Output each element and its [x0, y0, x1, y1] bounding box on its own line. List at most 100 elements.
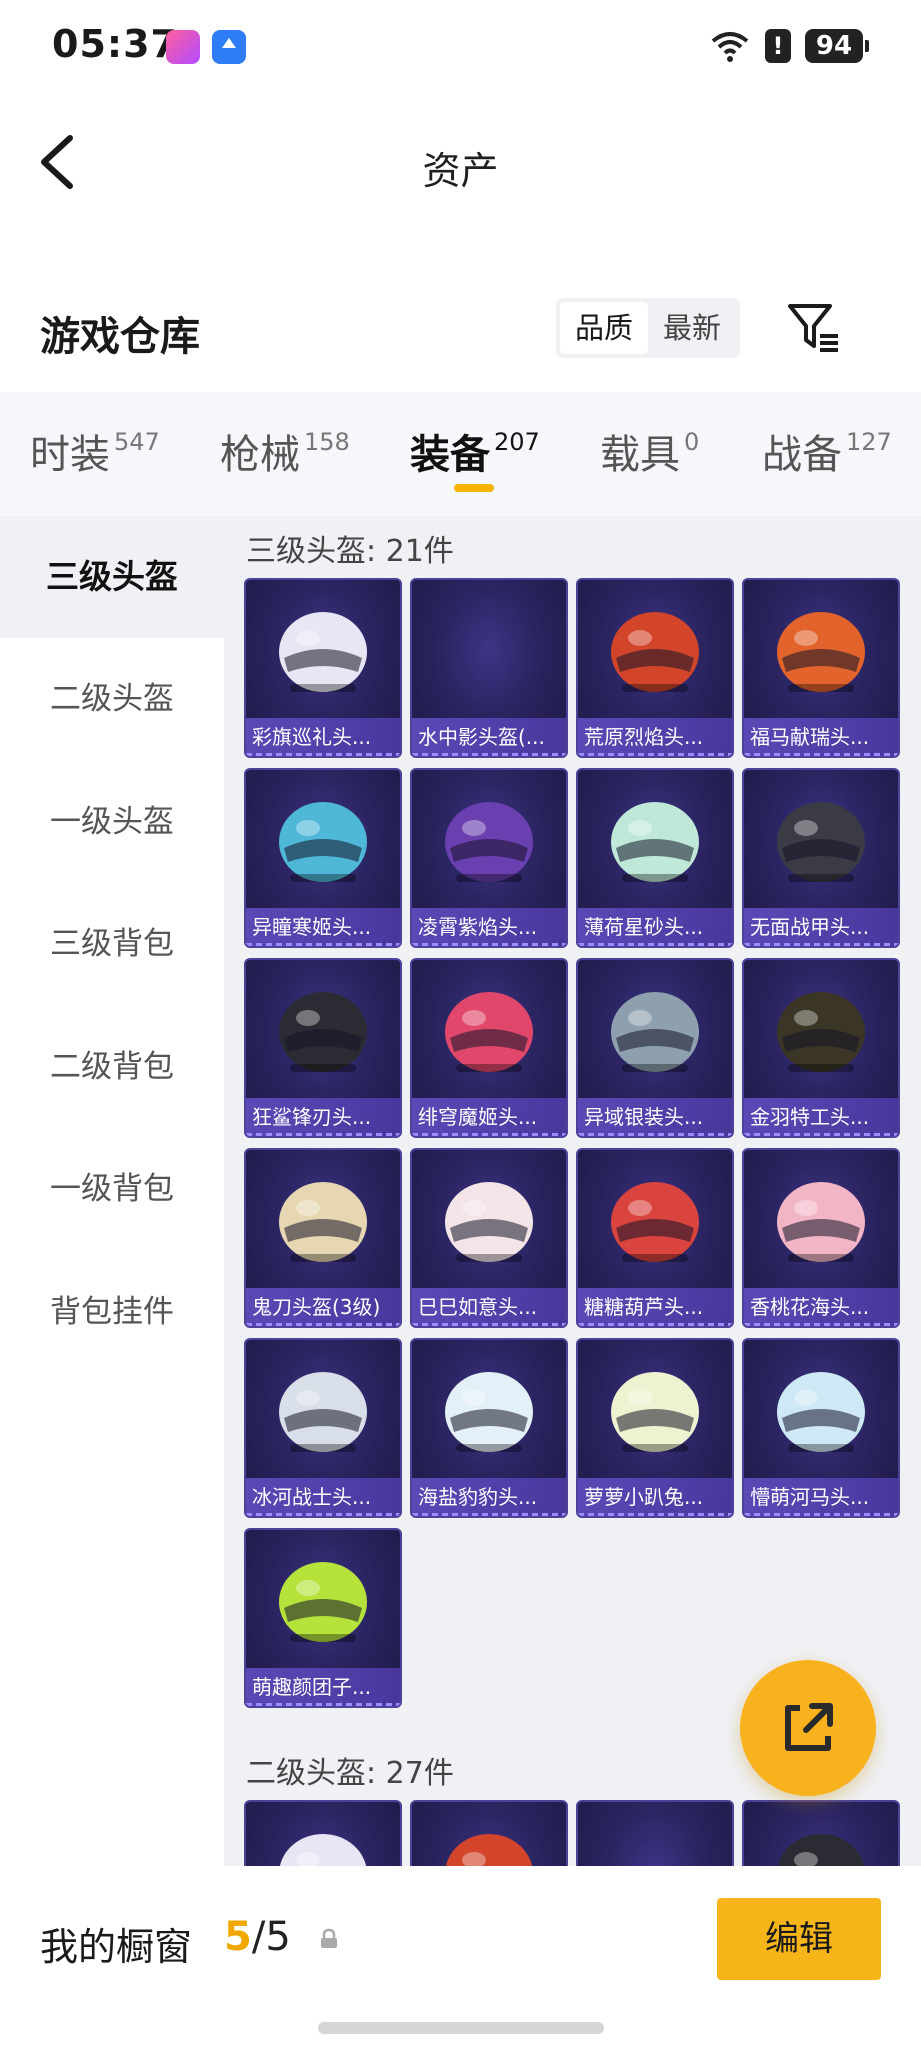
- item-card[interactable]: 异域银装头...: [576, 958, 734, 1138]
- tab-supplies[interactable]: 战备 127: [762, 422, 892, 480]
- warehouse-title: 游戏仓库: [40, 314, 200, 360]
- item-card[interactable]: 香桃花海头...: [742, 1148, 900, 1328]
- tab-count: 127: [846, 428, 892, 456]
- tab-equipment[interactable]: 装备 207: [410, 422, 540, 480]
- item-name: 巳巳如意头...: [412, 1288, 566, 1326]
- share-button[interactable]: [740, 1660, 876, 1796]
- item-card[interactable]: [244, 1800, 402, 1866]
- item-name: 荒原烈焰头...: [578, 718, 732, 756]
- helmet-icon: [412, 1150, 566, 1290]
- item-card[interactable]: [410, 1800, 568, 1866]
- item-name: 海盐豹豹头...: [412, 1478, 566, 1516]
- sidebar-item-backpack-pendant[interactable]: 背包挂件: [0, 1251, 224, 1373]
- item-card[interactable]: 福马献瑞头...: [742, 578, 900, 758]
- tab-vehicles[interactable]: 载具 0: [600, 422, 699, 480]
- sidebar-item-level1-backpack[interactable]: 一级背包: [0, 1128, 224, 1250]
- helmet-icon: [412, 580, 566, 720]
- item-card[interactable]: 萝萝小趴兔...: [576, 1338, 734, 1518]
- helmet-icon: [578, 960, 732, 1100]
- helmet-icon: [246, 580, 400, 720]
- item-card[interactable]: 狂鲨锋刃头...: [244, 958, 402, 1138]
- alert-icon: !: [765, 29, 791, 63]
- warehouse-header: 游戏仓库 品质 最新: [0, 290, 921, 390]
- edit-button[interactable]: 编辑: [717, 1898, 881, 1980]
- item-name: 糖糖葫芦头...: [578, 1288, 732, 1326]
- inventory-body: 三级头盔 二级头盔 一级头盔 三级背包 二级背包 一级背包 背包挂件 三级头盔:…: [0, 516, 921, 1866]
- helmet-icon: [246, 960, 400, 1100]
- sidebar-item-level2-helmet[interactable]: 二级头盔: [0, 638, 224, 760]
- item-card[interactable]: 异瞳寒姬头...: [244, 768, 402, 948]
- tab-guns[interactable]: 枪械 158: [220, 422, 350, 480]
- item-card[interactable]: 鬼刀头盔(3级): [244, 1148, 402, 1328]
- active-tab-indicator: [454, 484, 494, 492]
- item-card[interactable]: 荒原烈焰头...: [576, 578, 734, 758]
- item-card[interactable]: 冰河战士头...: [244, 1338, 402, 1518]
- helmet-icon: [578, 1150, 732, 1290]
- showcase-count: 5/5: [224, 1914, 291, 1960]
- sidebar-item-level3-helmet[interactable]: 三级头盔: [0, 516, 224, 638]
- category-tabs: 时装 547 枪械 158 装备 207 载具 0 战备 127: [0, 392, 921, 516]
- showcase-total: 5: [265, 1914, 291, 1960]
- helmet-icon: [246, 770, 400, 910]
- status-time: 05:37: [52, 22, 178, 66]
- home-indicator[interactable]: [318, 2022, 604, 2034]
- item-name: 香桃花海头...: [744, 1288, 898, 1326]
- item-card[interactable]: 懵萌河马头...: [742, 1338, 900, 1518]
- item-name: 鬼刀头盔(3级): [246, 1288, 400, 1326]
- tab-label: 装备: [410, 432, 490, 478]
- item-card[interactable]: [742, 1800, 900, 1866]
- header: 资产: [0, 96, 921, 236]
- helmet-icon: [744, 770, 898, 910]
- helmet-icon: [744, 1802, 898, 1866]
- sub-category-nav: 三级头盔 二级头盔 一级头盔 三级背包 二级背包 一级背包 背包挂件: [0, 516, 224, 1866]
- group-title: 二级头盔: 27件: [246, 1756, 454, 1791]
- sidebar-item-level2-backpack[interactable]: 二级背包: [0, 1006, 224, 1128]
- tab-label: 时装: [30, 432, 110, 478]
- item-card[interactable]: 无面战甲头...: [742, 768, 900, 948]
- helmet-icon: [744, 1340, 898, 1480]
- item-name: 异域银装头...: [578, 1098, 732, 1136]
- showcase-bar: 我的橱窗 5/5 编辑: [0, 1866, 921, 2050]
- sort-option-quality[interactable]: 品质: [560, 302, 648, 354]
- item-card[interactable]: 巳巳如意头...: [410, 1148, 568, 1328]
- item-card[interactable]: [576, 1800, 734, 1866]
- status-bar: 05:37 ! 94: [0, 0, 921, 96]
- item-card[interactable]: 水中影头盔(...: [410, 578, 568, 758]
- tab-count: 207: [494, 428, 540, 456]
- sidebar-item-level1-helmet[interactable]: 一级头盔: [0, 761, 224, 883]
- tab-count: 547: [114, 428, 160, 456]
- helmet-icon: [744, 1150, 898, 1290]
- showcase-label: 我的橱窗: [40, 1925, 193, 1969]
- item-card[interactable]: 金羽特工头...: [742, 958, 900, 1138]
- filter-icon[interactable]: [786, 300, 842, 356]
- item-name: 凌霄紫焰头...: [412, 908, 566, 946]
- item-card[interactable]: 彩旗巡礼头...: [244, 578, 402, 758]
- item-card[interactable]: 薄荷星砂头...: [576, 768, 734, 948]
- share-icon: [785, 1703, 833, 1751]
- item-card[interactable]: 绯穹魔姬头...: [410, 958, 568, 1138]
- helmet-icon: [578, 1802, 732, 1866]
- upload-app-icon: [212, 30, 246, 64]
- item-name: 金羽特工头...: [744, 1098, 898, 1136]
- item-name: 懵萌河马头...: [744, 1478, 898, 1516]
- sort-option-newest[interactable]: 最新: [648, 302, 736, 354]
- helmet-icon: [412, 1340, 566, 1480]
- item-name: 冰河战士头...: [246, 1478, 400, 1516]
- item-name: 福马献瑞头...: [744, 718, 898, 756]
- group-title: 三级头盔: 21件: [246, 534, 454, 569]
- item-name: 彩旗巡礼头...: [246, 718, 400, 756]
- tab-fashion[interactable]: 时装 547: [30, 422, 160, 480]
- item-name: 水中影头盔(...: [412, 718, 566, 756]
- item-card[interactable]: 糖糖葫芦头...: [576, 1148, 734, 1328]
- tab-label: 载具: [600, 432, 680, 478]
- item-name: 薄荷星砂头...: [578, 908, 732, 946]
- helmet-icon: [246, 1150, 400, 1290]
- item-card[interactable]: 海盐豹豹头...: [410, 1338, 568, 1518]
- item-card[interactable]: 萌趣颜团子...: [244, 1528, 402, 1708]
- tab-label: 战备: [762, 432, 842, 478]
- sidebar-item-level3-backpack[interactable]: 三级背包: [0, 883, 224, 1005]
- wifi-icon: [709, 29, 751, 63]
- item-card[interactable]: 凌霄紫焰头...: [410, 768, 568, 948]
- helmet-icon: [744, 580, 898, 720]
- helmet-icon: [578, 1340, 732, 1480]
